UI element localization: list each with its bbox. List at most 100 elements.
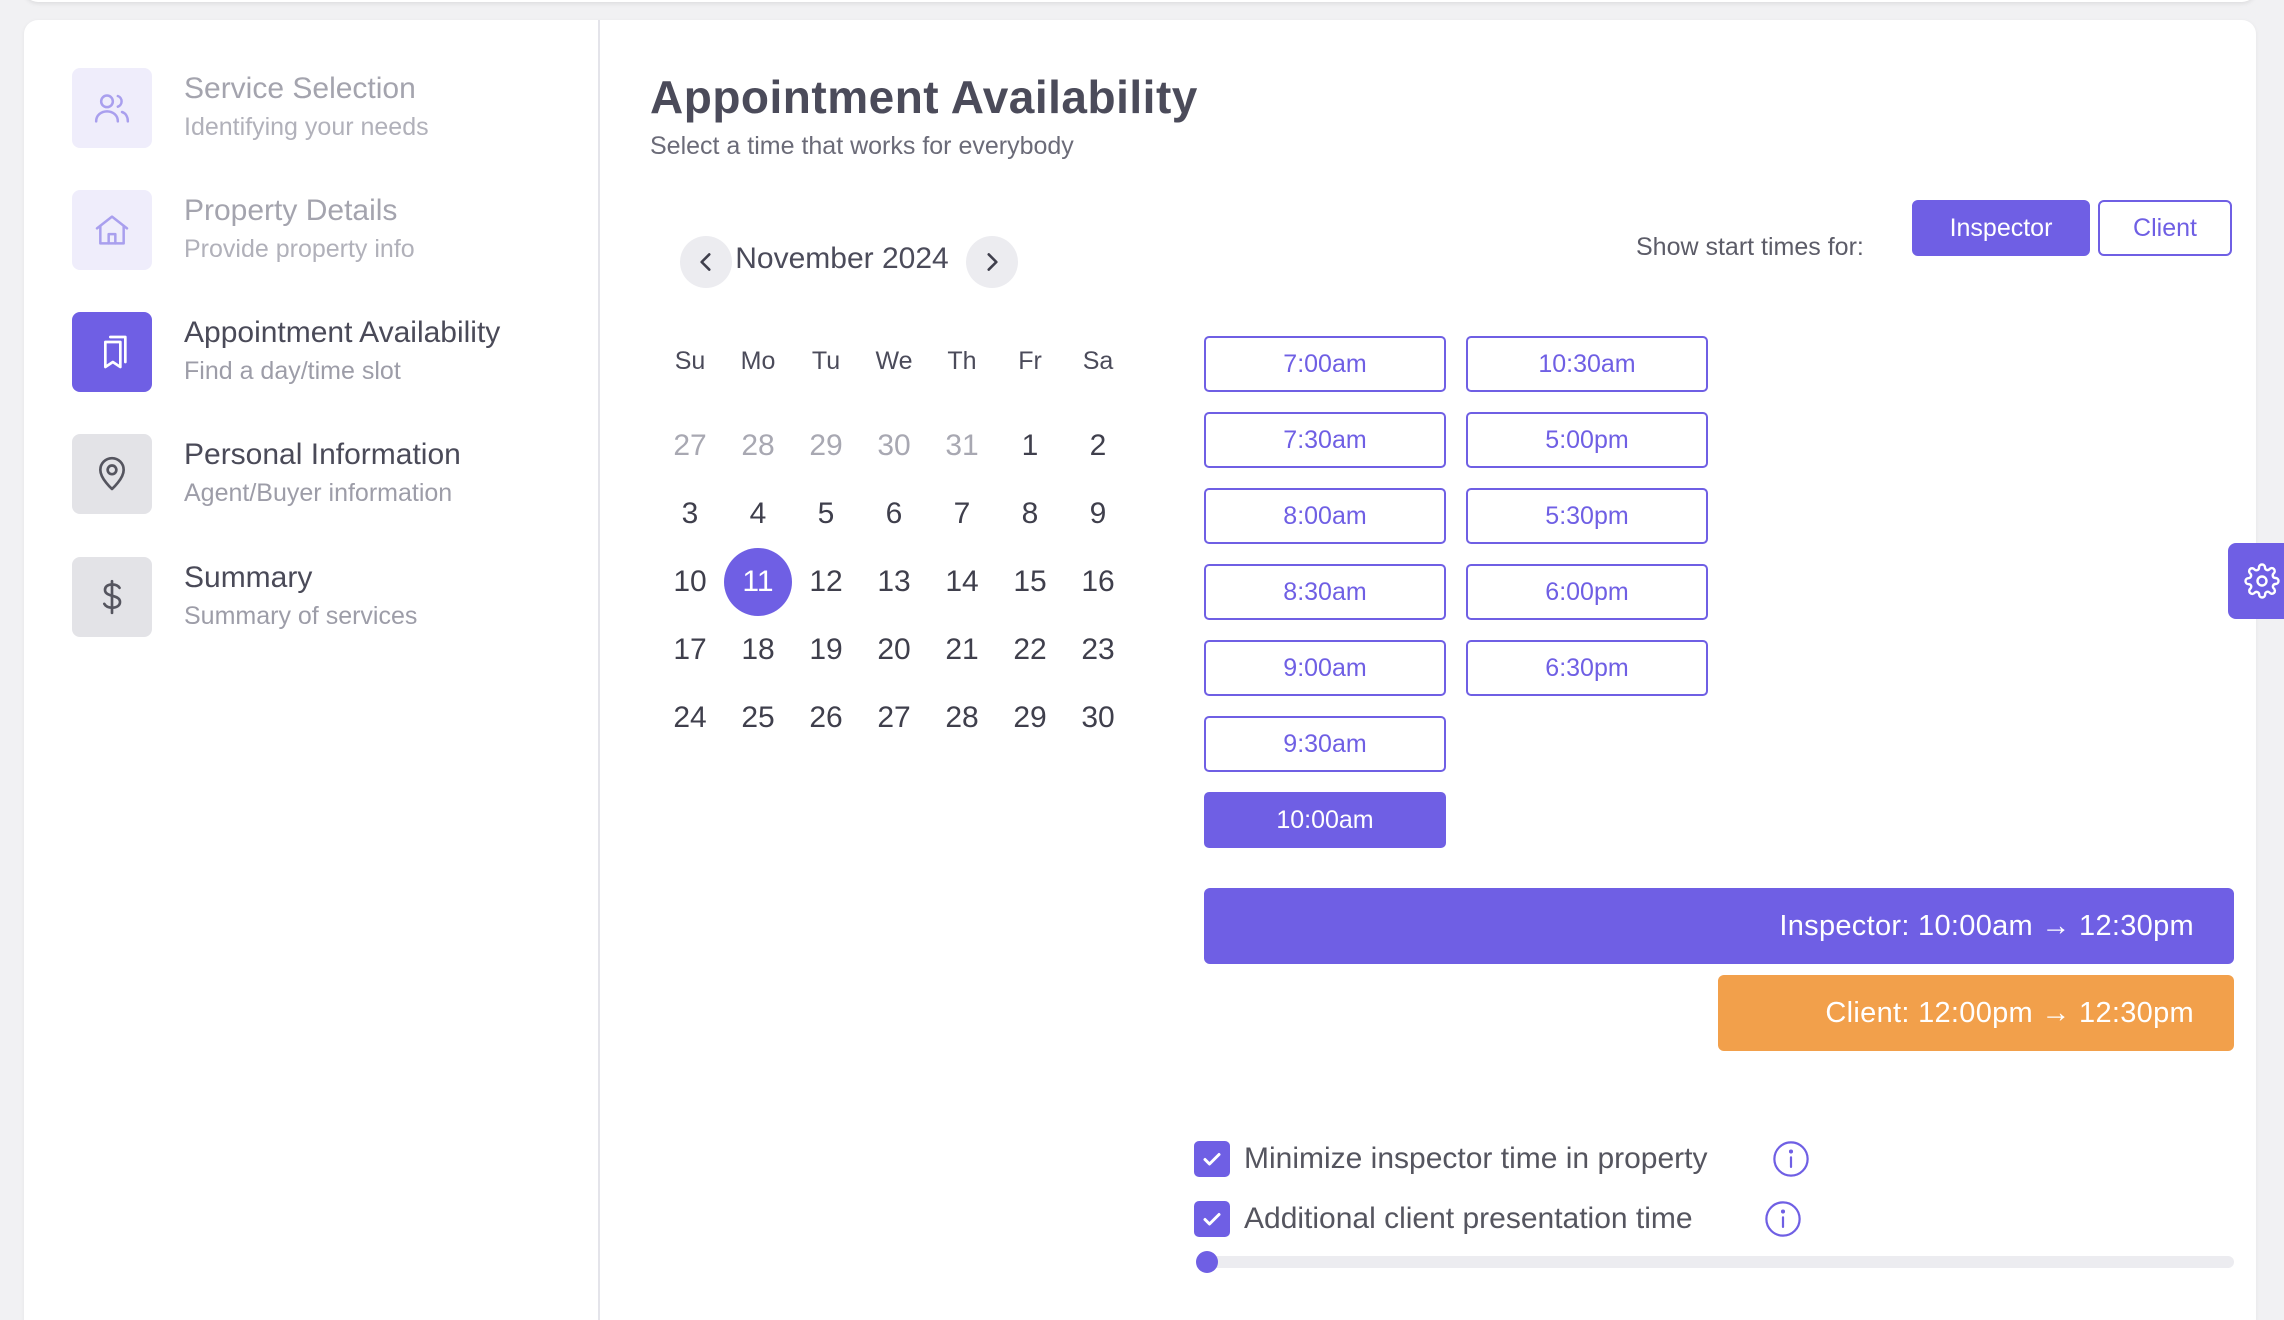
calendar-day[interactable]: 16 xyxy=(1064,548,1132,616)
step-title: Summary xyxy=(184,561,313,594)
time-slot-button[interactable]: 8:00am xyxy=(1204,488,1446,544)
next-month-button[interactable] xyxy=(966,236,1018,288)
weekday-header: Tu xyxy=(811,347,841,375)
gear-icon xyxy=(2244,563,2280,599)
calendar-day[interactable]: 14 xyxy=(928,548,996,616)
top-panel-edge xyxy=(24,0,2256,2)
wizard-card: Service Selection Identifying your needs… xyxy=(24,20,2256,1320)
settings-tab[interactable] xyxy=(2228,543,2284,619)
weekday-header: Sa xyxy=(1082,347,1114,375)
calendar-day[interactable]: 4 xyxy=(724,480,792,548)
show-start-times-label: Show start times for: xyxy=(1636,233,1864,261)
step-subtitle: Agent/Buyer information xyxy=(184,479,453,507)
time-slot-button[interactable]: 5:30pm xyxy=(1466,488,1708,544)
calendar-day[interactable]: 17 xyxy=(656,616,724,684)
presentation-time-label: Additional client presentation time xyxy=(1244,1202,1693,1235)
step-subtitle: Identifying your needs xyxy=(184,113,429,141)
minimize-inspector-option: Minimize inspector time in property xyxy=(1194,1141,1708,1177)
check-icon xyxy=(1203,1213,1221,1226)
weekday-header: Mo xyxy=(740,347,776,375)
time-slot-button[interactable]: 6:00pm xyxy=(1466,564,1708,620)
time-slot-button[interactable]: 6:30pm xyxy=(1466,640,1708,696)
calendar-day[interactable]: 6 xyxy=(860,480,928,548)
time-slot-button[interactable]: 9:00am xyxy=(1204,640,1446,696)
step-title: Service Selection xyxy=(184,72,416,105)
calendar-day[interactable]: 28 xyxy=(928,684,996,752)
calendar-day[interactable]: 24 xyxy=(656,684,724,752)
month-label: November 2024 xyxy=(735,242,949,275)
calendar-day[interactable]: 5 xyxy=(792,480,860,548)
calendar-day[interactable]: 12 xyxy=(792,548,860,616)
step-subtitle: Provide property info xyxy=(184,235,415,263)
calendar-day[interactable]: 8 xyxy=(996,480,1064,548)
presentation-time-checkbox[interactable] xyxy=(1194,1201,1230,1237)
calendar-day[interactable]: 19 xyxy=(792,616,860,684)
step-summary[interactable]: Summary Summary of services xyxy=(72,557,592,637)
calendar-day[interactable]: 29 xyxy=(996,684,1064,752)
home-icon xyxy=(72,190,152,270)
calendar-day[interactable]: 1 xyxy=(996,412,1064,480)
step-appointment-availability[interactable]: Appointment Availability Find a day/time… xyxy=(72,312,592,392)
calendar-day[interactable]: 21 xyxy=(928,616,996,684)
calendar-day[interactable]: 30 xyxy=(860,412,928,480)
page-title: Appointment Availability xyxy=(650,71,1198,123)
weekday-header: Su xyxy=(674,347,706,375)
calendar-day[interactable]: 13 xyxy=(860,548,928,616)
presentation-time-slider[interactable] xyxy=(1204,1256,2234,1268)
calendar-day[interactable]: 23 xyxy=(1064,616,1132,684)
calendar-day[interactable]: 10 xyxy=(656,548,724,616)
time-slot-button[interactable]: 5:00pm xyxy=(1466,412,1708,468)
presentation-time-option: Additional client presentation time xyxy=(1194,1201,1693,1237)
calendar-day[interactable]: 29 xyxy=(792,412,860,480)
step-property-details[interactable]: Property Details Provide property info xyxy=(72,190,592,270)
calendar-day[interactable]: 27 xyxy=(860,684,928,752)
calendar-day[interactable]: 20 xyxy=(860,616,928,684)
calendar-day[interactable]: 26 xyxy=(792,684,860,752)
step-subtitle: Find a day/time slot xyxy=(184,357,401,385)
calendar-day[interactable]: 31 xyxy=(928,412,996,480)
calendar-day[interactable]: 28 xyxy=(724,412,792,480)
inspector-time-bar: Inspector: 10:00am → 12:30pm xyxy=(1204,888,2234,964)
calendar-day[interactable]: 3 xyxy=(656,480,724,548)
time-slot-button[interactable]: 9:30am xyxy=(1204,716,1446,772)
calendar-day[interactable]: 30 xyxy=(1064,684,1132,752)
inspector-toggle-button[interactable]: Inspector xyxy=(1912,200,2090,256)
check-icon xyxy=(1203,1153,1221,1166)
calendar-day[interactable]: 18 xyxy=(724,616,792,684)
calendar-day[interactable]: 27 xyxy=(656,412,724,480)
calendar-day[interactable]: 7 xyxy=(928,480,996,548)
weekday-header: Th xyxy=(947,347,977,375)
info-icon[interactable] xyxy=(1772,1140,1810,1178)
chevron-left-icon xyxy=(700,253,711,271)
calendar-day[interactable]: 9 xyxy=(1064,480,1132,548)
step-subtitle: Summary of services xyxy=(184,602,418,630)
minimize-inspector-label: Minimize inspector time in property xyxy=(1244,1142,1708,1175)
client-time-bar: Client: 12:00pm → 12:30pm xyxy=(1718,975,2234,1051)
step-personal-information[interactable]: Personal Information Agent/Buyer informa… xyxy=(72,434,592,514)
minimize-inspector-checkbox[interactable] xyxy=(1194,1141,1230,1177)
slider-thumb[interactable] xyxy=(1196,1251,1218,1273)
time-slot-button[interactable]: 8:30am xyxy=(1204,564,1446,620)
time-slot-button[interactable]: 10:30am xyxy=(1466,336,1708,392)
step-service-selection[interactable]: Service Selection Identifying your needs xyxy=(72,68,592,148)
calendar-day[interactable]: 22 xyxy=(996,616,1064,684)
time-slot-button[interactable]: 7:30am xyxy=(1204,412,1446,468)
step-title: Property Details xyxy=(184,194,398,227)
steps-sidebar: Service Selection Identifying your needs… xyxy=(24,20,600,1320)
bookmarks-icon xyxy=(72,312,152,392)
step-title: Appointment Availability xyxy=(184,316,501,349)
info-icon[interactable] xyxy=(1764,1200,1802,1238)
users-icon xyxy=(72,68,152,148)
dollar-icon xyxy=(72,557,152,637)
calendar-day[interactable]: 25 xyxy=(724,684,792,752)
calendar-day[interactable]: 15 xyxy=(996,548,1064,616)
chevron-right-icon xyxy=(987,253,998,271)
calendar-day[interactable]: 2 xyxy=(1064,412,1132,480)
weekday-header: We xyxy=(875,347,913,375)
calendar-day-selected[interactable]: 11 xyxy=(724,548,792,616)
time-slot-button[interactable]: 7:00am xyxy=(1204,336,1446,392)
client-toggle-button[interactable]: Client xyxy=(2098,200,2232,256)
step-title: Personal Information xyxy=(184,438,461,471)
weekday-header: Fr xyxy=(1018,347,1042,375)
time-slot-button[interactable]: 10:00am xyxy=(1204,792,1446,848)
